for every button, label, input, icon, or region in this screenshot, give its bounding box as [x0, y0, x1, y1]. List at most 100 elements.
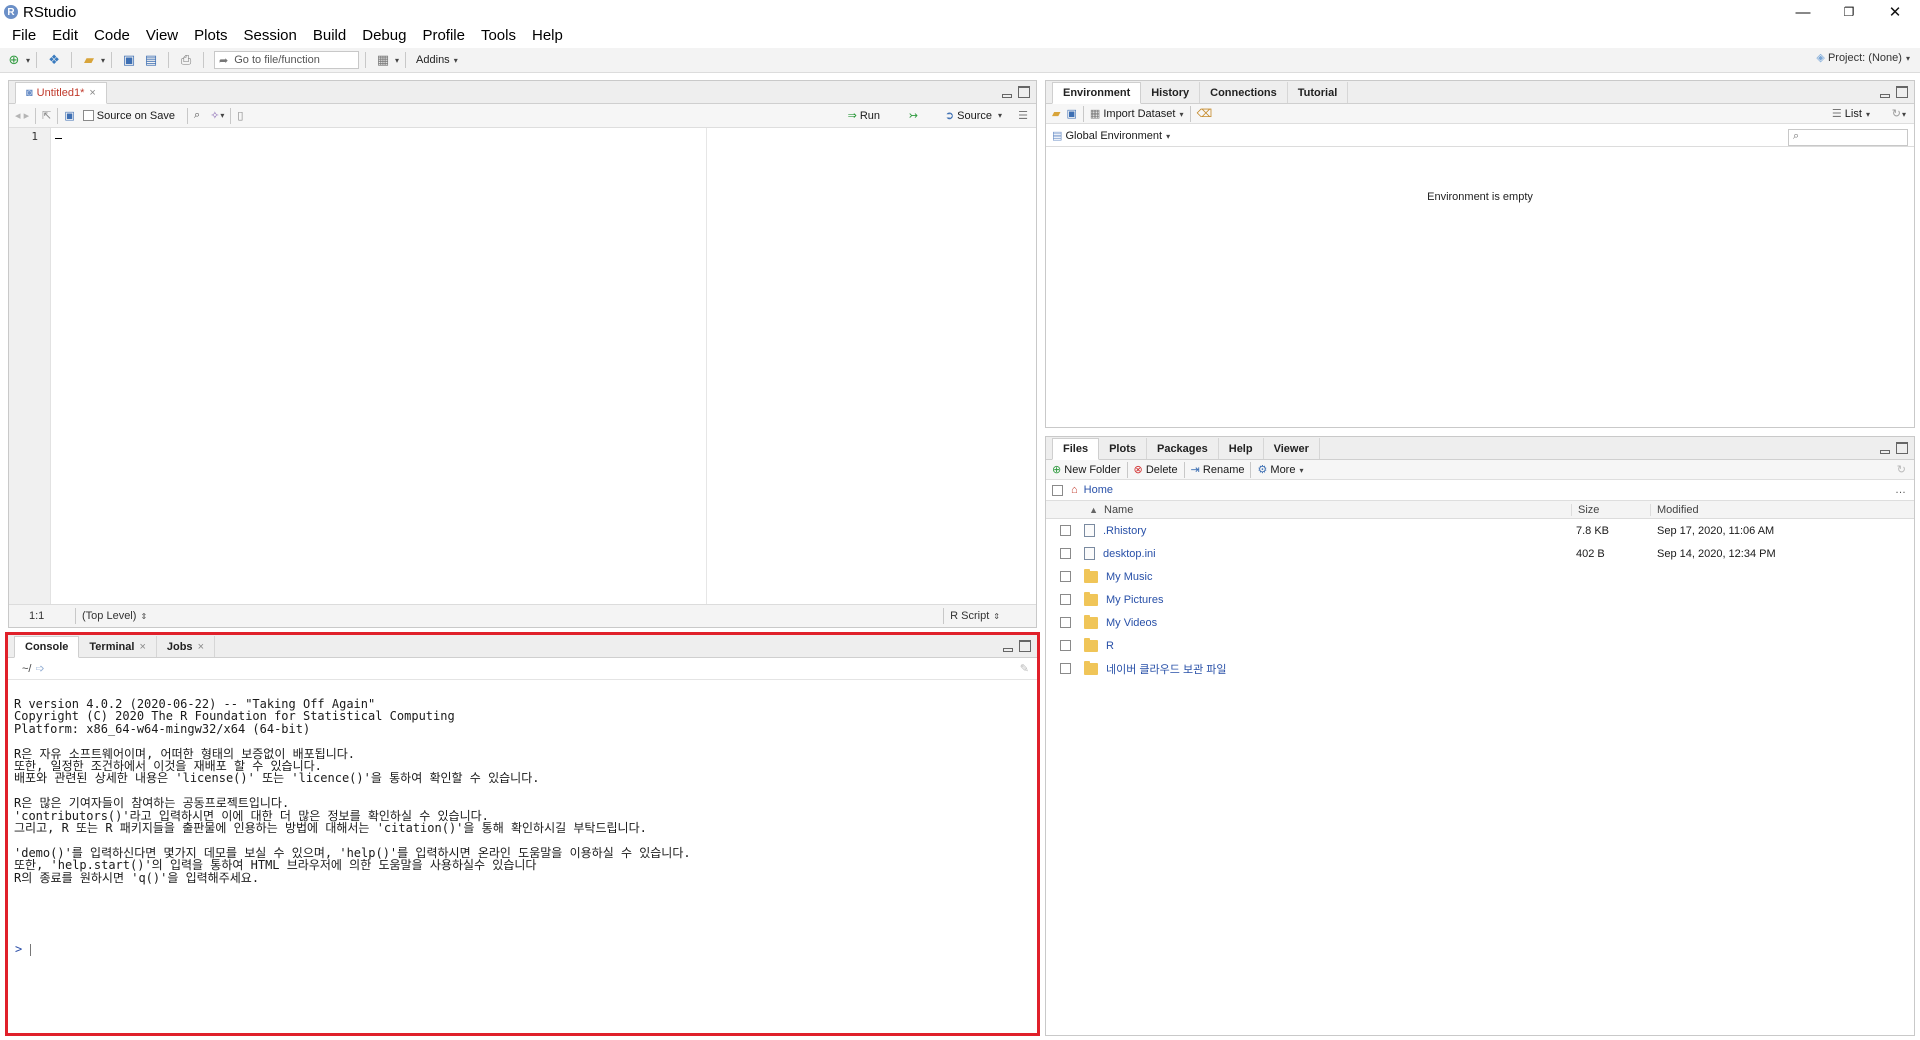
broom-icon[interactable]: ⌫ [1197, 107, 1213, 120]
search-icon[interactable]: ⌕ [194, 109, 200, 122]
minimize-pane-icon[interactable] [1003, 640, 1015, 652]
save-workspace-icon[interactable]: ▣ [1066, 107, 1076, 120]
source-on-save-checkbox[interactable] [82, 110, 94, 121]
chevron-down-icon[interactable]: ▾ [101, 56, 105, 65]
tab-files[interactable]: Files [1052, 438, 1100, 460]
row-checkbox[interactable] [1059, 571, 1071, 582]
menu-session[interactable]: Session [236, 27, 305, 44]
file-name[interactable]: desktop.ini [1103, 548, 1156, 560]
chevron-down-icon[interactable]: ▾ [220, 111, 224, 120]
minimize-pane-icon[interactable] [1880, 86, 1892, 98]
breadcrumb-home[interactable]: Home [1084, 484, 1113, 496]
list-view-button[interactable]: ☰ List ▾ [1832, 107, 1870, 120]
magic-wand-icon[interactable]: ✧ [210, 109, 219, 122]
menu-profile[interactable]: Profile [414, 27, 473, 44]
menu-file[interactable]: File [4, 27, 44, 44]
back-arrow-icon[interactable]: ◂ ▸ [15, 109, 29, 122]
column-size[interactable]: Size [1572, 503, 1651, 516]
print-icon[interactable]: ⎙ [177, 51, 195, 69]
tab-help[interactable]: Help [1219, 438, 1264, 459]
scope-selector[interactable]: (Top Level) ⇕ [82, 610, 147, 622]
new-file-icon[interactable]: ⊕ [5, 51, 23, 69]
menu-help[interactable]: Help [524, 27, 571, 44]
table-row[interactable]: .Rhistory 7.8 KB Sep 17, 2020, 11:06 AM [1046, 519, 1914, 542]
close-button[interactable]: ✕ [1872, 0, 1918, 24]
chevron-down-icon[interactable]: ▾ [26, 56, 30, 65]
home-icon[interactable]: ⌂ [1071, 484, 1078, 496]
close-icon[interactable]: × [139, 641, 145, 653]
menu-edit[interactable]: Edit [44, 27, 86, 44]
menu-plots[interactable]: Plots [186, 27, 235, 44]
show-in-window-icon[interactable]: ⇱ [42, 109, 51, 122]
menu-code[interactable]: Code [86, 27, 138, 44]
select-all-checkbox[interactable] [1052, 484, 1063, 496]
file-name[interactable]: R [1106, 640, 1114, 652]
save-icon[interactable]: ▣ [120, 51, 138, 69]
outline-icon[interactable]: ☰ [1018, 109, 1028, 122]
global-environment-selector[interactable]: ▤ Global Environment ▾ [1052, 129, 1170, 142]
import-dataset-button[interactable]: ▦ Import Dataset ▾ [1090, 107, 1184, 120]
row-checkbox[interactable] [1059, 663, 1071, 674]
maximize-pane-icon[interactable] [1896, 442, 1908, 454]
table-row[interactable]: My Music [1046, 565, 1914, 588]
addins-button[interactable]: Addins ▾ [416, 54, 458, 66]
tab-tutorial[interactable]: Tutorial [1288, 82, 1349, 103]
tab-history[interactable]: History [1141, 82, 1201, 103]
compile-report-icon[interactable]: ▯ [237, 109, 243, 122]
go-to-directory-icon[interactable]: ➩ [35, 662, 44, 675]
tab-viewer[interactable]: Viewer [1264, 438, 1320, 459]
maximize-pane-icon[interactable] [1018, 86, 1030, 98]
tab-console[interactable]: Console [14, 636, 80, 658]
source-button[interactable]: ➲ Source ▾ [945, 109, 1002, 123]
new-project-icon[interactable]: ❖ [45, 51, 63, 69]
close-icon[interactable]: × [89, 87, 95, 99]
console-input[interactable]: > [15, 942, 32, 956]
menu-debug[interactable]: Debug [354, 27, 414, 44]
column-modified[interactable]: Modified [1651, 504, 1699, 516]
tab-connections[interactable]: Connections [1200, 82, 1288, 103]
run-button[interactable]: ⇒ Run [848, 109, 880, 123]
tab-jobs[interactable]: Jobs × [157, 636, 215, 657]
clear-console-icon[interactable]: ✎ [1020, 662, 1029, 675]
environment-search-input[interactable]: ⌕ [1788, 129, 1908, 146]
menu-tools[interactable]: Tools [473, 27, 524, 44]
file-name[interactable]: My Music [1106, 571, 1152, 583]
table-row[interactable]: R [1046, 634, 1914, 657]
open-folder-icon[interactable]: ▰ [80, 51, 98, 69]
refresh-icon[interactable]: ↻▾ [1892, 107, 1906, 120]
new-folder-button[interactable]: ⊕ New Folder [1052, 463, 1121, 476]
file-name[interactable]: My Videos [1106, 617, 1157, 629]
menu-view[interactable]: View [138, 27, 186, 44]
file-name[interactable]: My Pictures [1106, 594, 1163, 606]
table-row[interactable]: My Pictures [1046, 588, 1914, 611]
close-icon[interactable]: × [198, 641, 204, 653]
refresh-icon[interactable]: ↻ [1897, 463, 1906, 476]
load-workspace-icon[interactable]: ▰ [1052, 107, 1060, 120]
row-checkbox[interactable] [1059, 640, 1071, 651]
row-checkbox[interactable] [1059, 548, 1071, 559]
minimize-pane-icon[interactable] [1880, 442, 1892, 454]
more-options-icon[interactable]: … [1895, 484, 1906, 496]
tab-terminal[interactable]: Terminal × [79, 636, 157, 657]
minimize-pane-icon[interactable] [1002, 86, 1014, 98]
minimize-button[interactable]: — [1780, 0, 1826, 24]
file-name[interactable]: 네이버 클라우드 보관 파일 [1106, 661, 1227, 677]
project-menu[interactable]: ◈ Project: (None) ▾ [1816, 51, 1910, 64]
pane-layout-icon[interactable]: ▦ [374, 51, 392, 69]
tab-untitled1[interactable]: ◙ Untitled1* × [15, 82, 107, 104]
maximize-pane-icon[interactable] [1019, 640, 1031, 652]
file-type-selector[interactable]: R Script ⇕ [937, 608, 1000, 624]
table-row[interactable]: My Videos [1046, 611, 1914, 634]
file-name[interactable]: .Rhistory [1103, 525, 1146, 537]
row-checkbox[interactable] [1059, 594, 1071, 605]
menu-build[interactable]: Build [305, 27, 354, 44]
tab-plots[interactable]: Plots [1099, 438, 1147, 459]
row-checkbox[interactable] [1059, 617, 1071, 628]
row-checkbox[interactable] [1059, 525, 1071, 536]
goto-file-input[interactable]: ➦ Go to file/function [214, 51, 360, 69]
more-button[interactable]: ⚙ More ▾ [1257, 463, 1303, 476]
column-name[interactable]: Name [1104, 503, 1572, 516]
tab-environment[interactable]: Environment [1052, 82, 1142, 104]
save-all-icon[interactable]: ▤ [142, 51, 160, 69]
table-row[interactable]: desktop.ini 402 B Sep 14, 2020, 12:34 PM [1046, 542, 1914, 565]
